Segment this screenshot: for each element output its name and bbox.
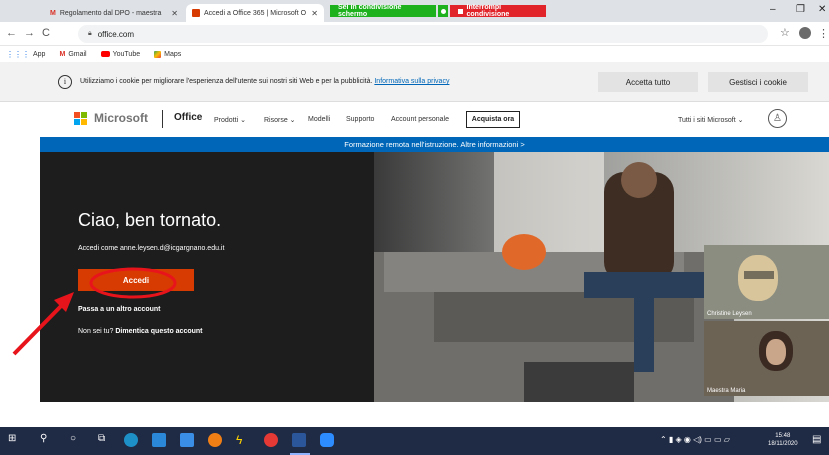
bookmark-youtube[interactable]: YouTube [100,50,141,58]
bookmark-label: Gmail [68,50,87,58]
bookmark-app[interactable]: ⋮⋮⋮ App [6,50,45,59]
participant-face-skin [766,339,786,365]
bookmark-gmail[interactable]: M Gmail [59,51,86,58]
gmail-icon: M [59,50,66,58]
menu-icon[interactable]: ⋮ [818,27,829,40]
url-text: office.com [97,29,135,39]
office-brand[interactable]: Office [174,112,202,123]
forget-account-row: Non sei tu? Dimentica questo account [78,328,203,335]
windows-start-icon[interactable]: ⊞ [8,433,22,447]
back-icon[interactable]: ← [6,27,17,39]
info-icon: i [58,75,72,89]
manage-label: Gestisci i cookie [729,77,787,87]
nav-account-personale[interactable]: Account personale [391,116,449,123]
site-header: Microsoft Office Prodotti ⌄ Risorse ⌄ Mo… [0,102,829,136]
stop-icon [458,8,463,14]
glasses-shape [744,271,774,279]
zoom-icon[interactable] [320,433,334,447]
stop-sharing-button[interactable]: Interrompi condivisione [450,4,546,18]
close-window-icon[interactable]: ✕ [818,4,826,15]
accept-label: Accetta tutto [625,77,671,87]
video-tile-maria[interactable]: Maestra Maria [704,321,829,396]
header-divider [162,110,163,128]
cookie-banner: i Utilizziamo i cookie per migliorare l'… [0,62,829,102]
clock-date: 18/11/2020 [768,441,798,447]
tab-label: Accedi a Office 365 | Microsoft O [204,9,307,17]
notifications-icon[interactable]: ▤ [812,434,821,445]
microsoft-logo-icon[interactable] [74,112,88,126]
bookmark-label: Maps [164,50,182,58]
bookmark-maps[interactable]: Maps [154,50,182,58]
youtube-icon [100,51,110,57]
participant-name: Maestra Maria [707,388,746,394]
star-icon[interactable]: ☆ [780,26,790,39]
browser-tab-strip: M Regolamento dal DPO - maestra ✕ Accedi… [0,0,829,22]
bookmark-label: App [33,50,46,58]
lock-icon: 🔒︎ [88,30,92,37]
edge-icon[interactable] [124,433,138,447]
task-view-icon[interactable]: ⧉ [98,433,112,447]
firefox-icon[interactable] [208,433,222,447]
nav-supporto[interactable]: Supporto [346,116,374,123]
info-banner[interactable]: Formazione remota nell'istruzione. Altre… [40,137,829,152]
sharing-dot-icon [438,5,448,17]
hero-section: Ciao, ben tornato. Accedi come anne.leys… [40,152,829,402]
word-icon[interactable] [292,433,306,447]
gmail-icon: M [50,9,56,17]
participant-name: Christine Leysen [707,311,752,317]
privacy-link[interactable]: Informativa sulla privacy [374,78,449,85]
chrome-icon[interactable] [264,433,278,447]
address-bar-row: ← → C 🔒︎ office.com ☆ ⋮ [0,22,829,46]
lightning-app-icon[interactable]: ϟ [236,433,250,447]
signin-label: Accedi [122,275,150,285]
reload-icon[interactable]: C [42,27,50,39]
system-tray-icons[interactable]: ⌃ ▮ ◈ ◉ ◁) ▭ ▭ ▱ [660,435,730,444]
maps-icon [154,50,162,58]
accept-cookies-button[interactable]: Accetta tutto [598,72,698,92]
tab-regolamento[interactable]: M Regolamento dal DPO - maestra ✕ [44,4,184,22]
clock-time: 15:48 [775,433,791,439]
cortana-icon[interactable]: ○ [70,433,84,447]
cookie-text: Utilizziamo i cookie per migliorare l'es… [80,78,449,85]
video-tile-christine[interactable]: Christine Leysen [704,245,829,319]
bookmarks-bar: ⋮⋮⋮ App M Gmail YouTube Maps [0,46,829,62]
stop-sharing-label: Interrompi condivisione [466,4,510,18]
forget-prefix: Non sei tu? [78,328,114,335]
tab-office365[interactable]: Accedi a Office 365 | Microsoft O ✕ [186,4,324,22]
cookie-message: Utilizziamo i cookie per migliorare l'es… [80,78,373,85]
office-icon [192,9,200,17]
forward-icon[interactable]: → [24,27,35,39]
bookmark-label: YouTube [112,50,141,58]
manage-cookies-button[interactable]: Gestisci i cookie [708,72,808,92]
nav-risorse[interactable]: Risorse ⌄ [264,116,296,124]
restore-icon[interactable]: ❐ [796,4,805,15]
microsoft-brand[interactable]: Microsoft [94,111,148,125]
buy-now-button[interactable]: Acquista ora [466,111,520,128]
banner-text: Formazione remota nell'istruzione. Altre… [344,140,525,149]
tab-label: Regolamento dal DPO - maestra [59,9,162,17]
close-tab-icon[interactable]: ✕ [171,9,178,18]
all-microsoft-sites-menu[interactable]: Tutti i siti Microsoft ⌄ [678,116,744,124]
sharing-status-label: Sei in condivisione schermo [338,4,402,18]
signin-button[interactable]: Accedi [78,269,194,291]
screen-sharing-status: Sei in condivisione schermo [330,4,436,18]
nav-modelli[interactable]: Modelli [308,116,330,123]
mail-icon[interactable] [180,433,194,447]
search-icon[interactable]: ⚲ [40,433,54,447]
account-avatar-icon[interactable]: ♙ [768,109,787,128]
switch-account-link[interactable]: Passa a un altro account [78,306,160,313]
welcome-title: Ciao, ben tornato. [78,210,222,230]
nav-prodotti[interactable]: Prodotti ⌄ [214,116,246,124]
profile-avatar[interactable] [799,27,811,39]
signed-in-as-text: Accedi come anne.leysen.d@icgargnano.edu… [78,245,225,252]
url-input[interactable]: 🔒︎ office.com [78,25,768,43]
minimize-icon[interactable]: – [770,4,776,15]
taskbar-clock[interactable]: 15:48 18/11/2020 [768,432,798,448]
windows-taskbar: ⊞ ⚲ ○ ⧉ ϟ ⌃ ▮ ◈ ◉ ◁) ▭ ▭ ▱ 15:48 18/11/2… [0,427,829,455]
forget-account-link[interactable]: Dimentica questo account [115,328,202,335]
close-tab-icon[interactable]: ✕ [311,9,318,18]
apps-grid-icon: ⋮⋮⋮ [6,49,30,59]
store-icon[interactable] [152,433,166,447]
